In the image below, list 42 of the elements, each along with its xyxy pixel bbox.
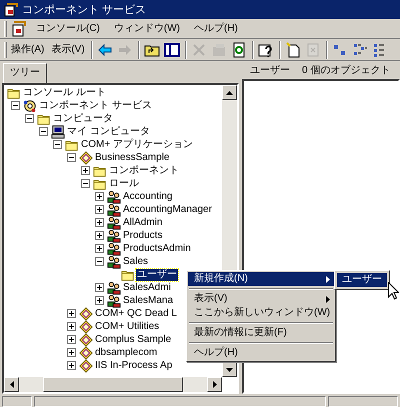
tree-item[interactable]: マイ コンピュータ bbox=[66, 126, 151, 138]
menu-item[interactable]: ヘルプ(H) bbox=[189, 22, 243, 34]
tree-item[interactable]: IIS In-Process Ap bbox=[94, 360, 174, 372]
list-title: ユーザー bbox=[250, 65, 290, 77]
menu-item[interactable]: コンソール(C) bbox=[31, 22, 105, 34]
tree-item[interactable]: ユーザー bbox=[136, 268, 178, 280]
tree-item[interactable]: コンポーネント サービス bbox=[38, 100, 153, 112]
tree-item[interactable]: Products bbox=[122, 230, 164, 242]
menu-item[interactable]: 操作(A) bbox=[8, 44, 48, 56]
menu-item[interactable]: ヘルプ(H) bbox=[188, 346, 334, 360]
menu-item[interactable]: 表示(V) bbox=[188, 292, 334, 306]
tree-item[interactable]: SalesAdmi bbox=[122, 282, 172, 294]
menu-item[interactable]: ここから新しいウィンドウ(W) bbox=[188, 306, 334, 320]
menu-item-label: ここから新しいウィンドウ(W) bbox=[194, 307, 330, 319]
tree-item[interactable]: COM+ QC Dead L bbox=[94, 308, 178, 320]
tree-item[interactable]: コンソール ルート bbox=[22, 86, 107, 98]
menu-item[interactable]: 最新の情報に更新(F) bbox=[188, 326, 334, 340]
menu-item[interactable]: 新規作成(N) bbox=[188, 272, 334, 286]
window-title: コンポーネント サービス bbox=[22, 4, 146, 16]
tree-item[interactable]: ロール bbox=[108, 178, 140, 190]
tree-item[interactable]: BusinessSample bbox=[94, 152, 170, 164]
object-count: 0 個のオブジェクト bbox=[302, 65, 390, 77]
tree-item[interactable]: COM+ Utilities bbox=[94, 320, 160, 332]
tree-item[interactable]: コンピュータ bbox=[52, 112, 114, 124]
tree-item[interactable]: COM+ アプリケーション bbox=[80, 138, 194, 150]
menu-item-label: 最新の情報に更新(F) bbox=[194, 327, 287, 339]
menu-item[interactable]: ユーザー bbox=[337, 273, 387, 287]
menu-item-label: 新規作成(N) bbox=[194, 273, 248, 285]
tree-item[interactable]: SalesMana bbox=[122, 294, 174, 306]
tree-item[interactable]: Complus Sample bbox=[94, 334, 172, 346]
tree-item[interactable]: AllAdmin bbox=[122, 216, 164, 228]
tree-item[interactable]: Accounting bbox=[122, 190, 174, 202]
tree-item[interactable]: ProductsAdmin bbox=[122, 242, 192, 254]
tree-item[interactable]: Sales bbox=[122, 256, 150, 268]
tree-tab[interactable]: ツリー bbox=[3, 63, 47, 83]
tree-item[interactable]: コンポーネント bbox=[108, 164, 180, 176]
tree-item[interactable]: dbsamplecom bbox=[94, 346, 158, 358]
menu-item[interactable]: 表示(V) bbox=[48, 44, 88, 56]
tree-item[interactable]: AccountingManager bbox=[122, 204, 213, 216]
menu-item-label: ヘルプ(H) bbox=[194, 347, 238, 359]
menu-item-label: 表示(V) bbox=[194, 293, 228, 305]
menu-item[interactable]: ウィンドウ(W) bbox=[108, 22, 185, 34]
